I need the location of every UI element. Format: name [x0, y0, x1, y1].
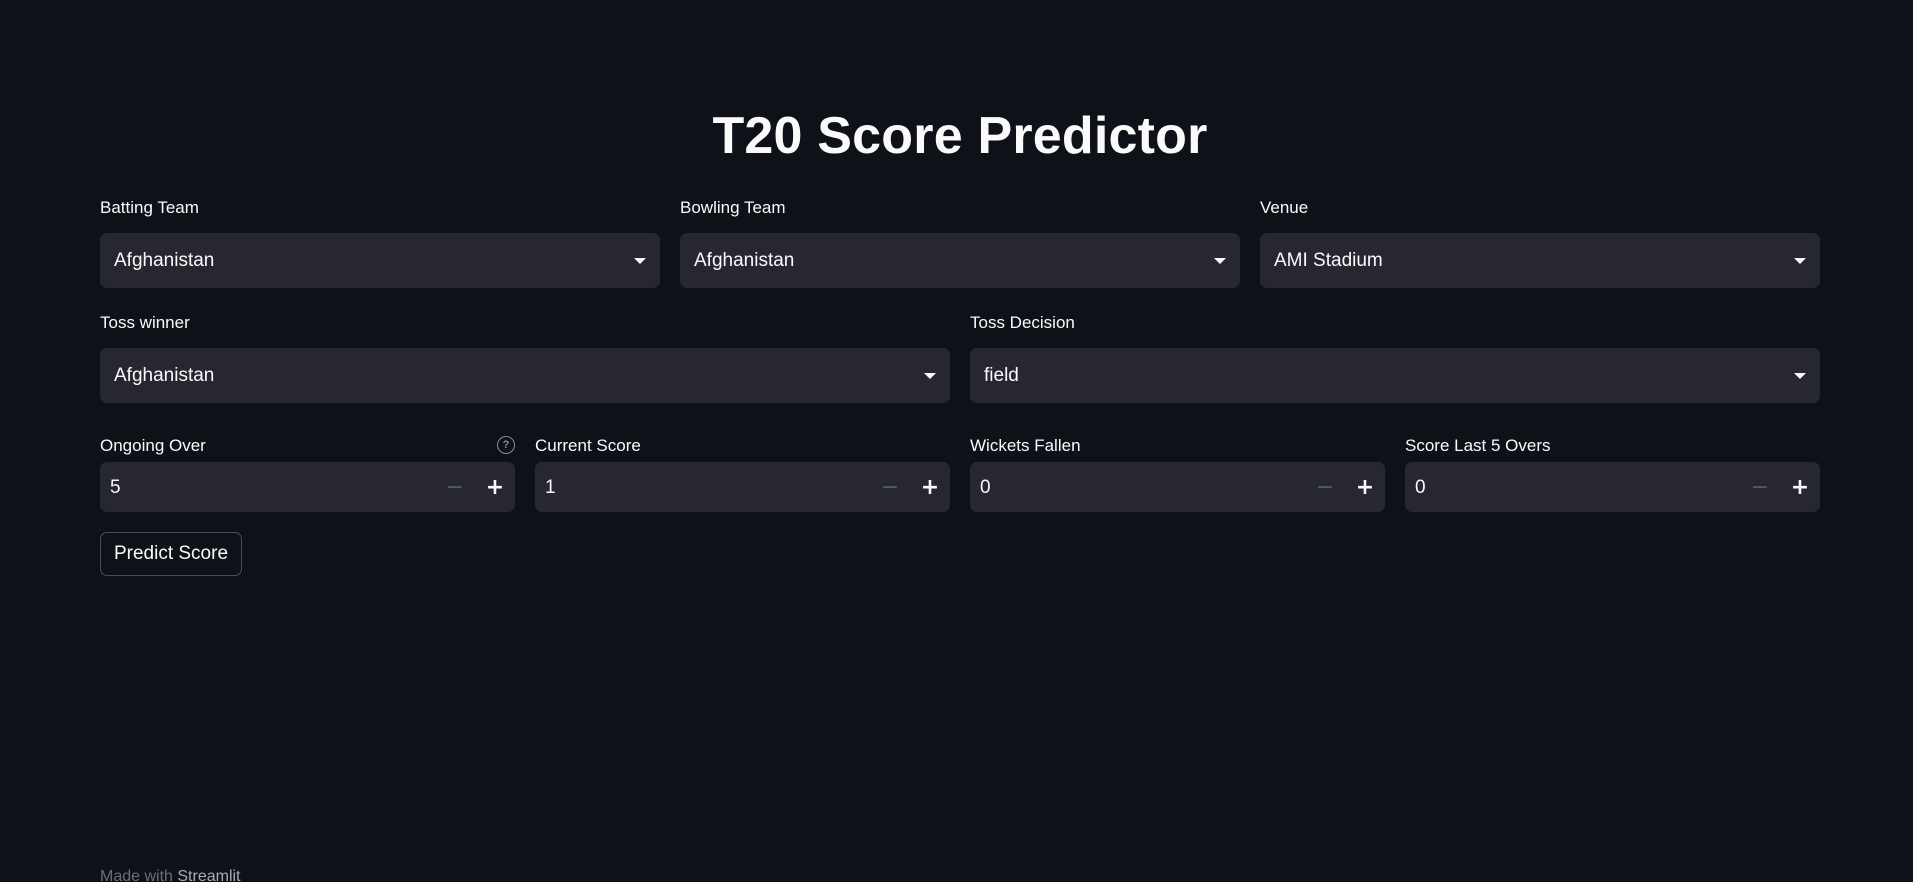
toss-decision-field: Toss Decision field [970, 313, 1820, 403]
ongoing-over-value: 5 [110, 477, 121, 498]
current-score-decrement-button[interactable]: − [870, 462, 910, 512]
batting-team-field: Batting Team Afghanistan [100, 198, 660, 288]
toss-winner-field: Toss winner Afghanistan [100, 313, 950, 403]
toss-decision-select[interactable]: field [970, 348, 1820, 403]
venue-label: Venue [1260, 198, 1309, 217]
help-icon[interactable]: ? [497, 436, 515, 454]
toss-winner-select[interactable]: Afghanistan [100, 348, 950, 403]
ongoing-over-decrement-button[interactable]: − [435, 462, 475, 512]
caret-down-icon [634, 258, 646, 264]
score-last-5-overs-decrement-button[interactable]: − [1740, 462, 1780, 512]
venue-value: AMI Stadium [1274, 250, 1383, 271]
score-last-5-overs-field: Score Last 5 Overs 0 − + [1405, 436, 1820, 512]
score-last-5-overs-input[interactable]: 0 − + [1405, 462, 1820, 512]
toss-winner-value: Afghanistan [114, 365, 215, 386]
wickets-fallen-increment-button[interactable]: + [1345, 462, 1385, 512]
venue-select[interactable]: AMI Stadium [1260, 233, 1820, 288]
ongoing-over-label: Ongoing Over [100, 436, 206, 455]
current-score-increment-button[interactable]: + [910, 462, 950, 512]
ongoing-over-increment-button[interactable]: + [475, 462, 515, 512]
toss-decision-value: field [984, 365, 1019, 386]
current-score-input[interactable]: 1 − + [535, 462, 950, 512]
venue-field: Venue AMI Stadium [1260, 198, 1820, 288]
current-score-label: Current Score [535, 436, 641, 455]
batting-team-select[interactable]: Afghanistan [100, 233, 660, 288]
score-last-5-overs-value: 0 [1415, 477, 1426, 498]
current-score-value: 1 [545, 477, 556, 498]
batting-team-value: Afghanistan [114, 250, 215, 271]
wickets-fallen-value: 0 [980, 477, 991, 498]
toss-decision-label: Toss Decision [970, 313, 1075, 332]
wickets-fallen-label: Wickets Fallen [970, 436, 1081, 455]
batting-team-label: Batting Team [100, 198, 199, 217]
caret-down-icon [924, 373, 936, 379]
footer-prefix: Made with [100, 868, 178, 882]
ongoing-over-field: Ongoing Over ? 5 − + [100, 436, 515, 512]
streamlit-link[interactable]: Streamlit [177, 868, 240, 882]
bowling-team-label: Bowling Team [680, 198, 786, 217]
footer: Made with Streamlit [100, 868, 241, 882]
wickets-fallen-input[interactable]: 0 − + [970, 462, 1385, 512]
bowling-team-field: Bowling Team Afghanistan [680, 198, 1240, 288]
predict-score-button[interactable]: Predict Score [100, 532, 242, 576]
bowling-team-value: Afghanistan [694, 250, 795, 271]
score-last-5-overs-label: Score Last 5 Overs [1405, 436, 1551, 455]
bowling-team-select[interactable]: Afghanistan [680, 233, 1240, 288]
app-page: T20 Score Predictor Batting Team Afghani… [0, 0, 1913, 882]
page-title: T20 Score Predictor [712, 107, 1208, 165]
ongoing-over-input[interactable]: 5 − + [100, 462, 515, 512]
caret-down-icon [1794, 258, 1806, 264]
caret-down-icon [1214, 258, 1226, 264]
wickets-fallen-field: Wickets Fallen 0 − + [970, 436, 1385, 512]
wickets-fallen-decrement-button[interactable]: − [1305, 462, 1345, 512]
caret-down-icon [1794, 373, 1806, 379]
toss-winner-label: Toss winner [100, 313, 190, 332]
current-score-field: Current Score 1 − + [535, 436, 950, 512]
score-last-5-overs-increment-button[interactable]: + [1780, 462, 1820, 512]
